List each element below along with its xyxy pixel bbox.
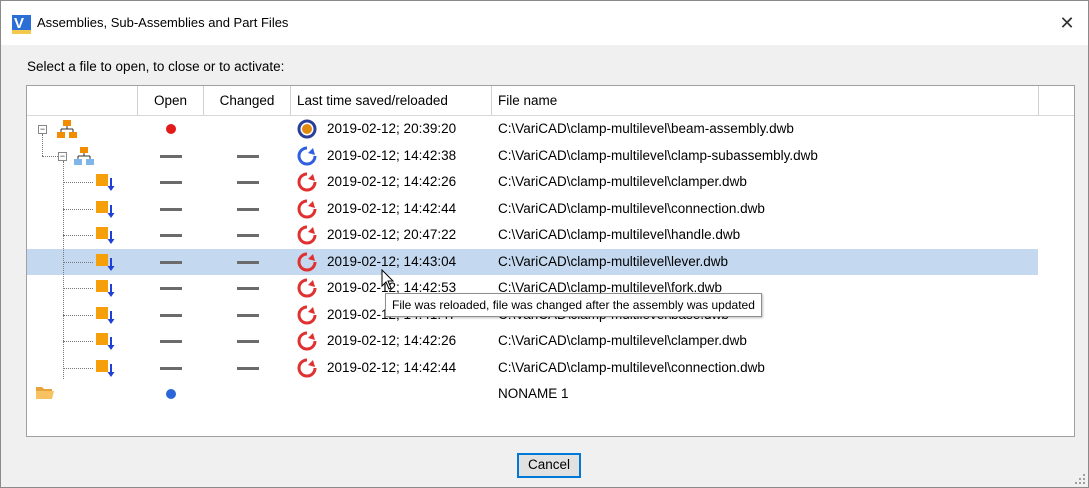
- list-row[interactable]: 2019-02-12; 14:42:44 C:\VariCAD\clamp-mul…: [27, 196, 1038, 222]
- part-icon: [95, 358, 117, 383]
- reload-status-icon: [297, 199, 317, 222]
- varicad-app-icon: V: [12, 15, 31, 34]
- changed-dash-indicator: [237, 154, 259, 158]
- collapse-toggle[interactable]: −: [58, 152, 67, 161]
- file-name-cell: C:\VariCAD\clamp-multilevel\beam-assembl…: [498, 121, 794, 136]
- file-name-cell: C:\VariCAD\clamp-multilevel\connection.d…: [498, 200, 765, 216]
- subassembly-icon: [74, 146, 94, 169]
- open-dash-indicator[interactable]: [160, 313, 182, 317]
- reload-status-icon: [297, 305, 317, 328]
- tree-line: [63, 208, 93, 210]
- tree-line: [63, 341, 93, 342]
- open-dash-indicator[interactable]: [160, 287, 182, 290]
- open-dash-indicator[interactable]: [160, 181, 182, 184]
- changed-dash-indicator: [237, 366, 259, 370]
- header-file-name[interactable]: File name: [492, 86, 1039, 115]
- reload-status-icon: [297, 146, 317, 169]
- part-icon: [95, 172, 117, 197]
- last-saved-cell: 2019-02-12; 14:42:26: [327, 333, 457, 348]
- tree-line: [42, 134, 43, 156]
- file-name-cell: C:\VariCAD\clamp-multilevel\clamper.dwb: [498, 174, 747, 189]
- tree-line: [63, 314, 93, 316]
- file-name-cell: C:\VariCAD\clamp-multilevel\connection.d…: [498, 359, 765, 375]
- file-name-cell: C:\VariCAD\clamp-multilevel\handle.dwb: [498, 227, 741, 242]
- header-tree[interactable]: [27, 86, 138, 115]
- reload-status-icon: [297, 225, 317, 248]
- header-open[interactable]: Open: [138, 86, 204, 115]
- changed-dash-indicator: [237, 340, 259, 343]
- open-dash-indicator[interactable]: [160, 366, 182, 370]
- list-row[interactable]: 2019-02-12; 20:47:22 C:\VariCAD\clamp-mul…: [27, 222, 1038, 248]
- tree-line: [63, 235, 93, 236]
- open-indicator[interactable]: [166, 389, 176, 399]
- header-last-saved[interactable]: Last time saved/reloaded: [291, 86, 492, 115]
- tree-line: [63, 182, 93, 183]
- changed-dash-indicator: [237, 313, 259, 317]
- last-saved-cell: 2019-02-12; 20:39:20: [327, 121, 457, 136]
- list-row[interactable]: 2019-02-12; 14:42:44 C:\VariCAD\clamp-mul…: [27, 355, 1038, 381]
- file-list[interactable]: Open Changed Last time saved/reloaded Fi…: [26, 85, 1075, 437]
- folder-icon: [35, 384, 55, 405]
- file-name-cell: C:\VariCAD\clamp-multilevel\clamp-subass…: [498, 147, 818, 163]
- open-active-indicator[interactable]: [166, 124, 176, 134]
- reload-status-icon: [297, 331, 317, 354]
- saved-status-icon: [297, 119, 317, 142]
- reload-status-icon: [297, 172, 317, 195]
- last-saved-cell: 2019-02-12; 20:47:22: [327, 227, 457, 242]
- cancel-button[interactable]: Cancel: [517, 453, 581, 478]
- reload-status-icon: [297, 278, 317, 301]
- reload-status-icon: [297, 358, 317, 381]
- part-icon: [95, 225, 117, 250]
- open-dash-indicator[interactable]: [160, 260, 182, 264]
- changed-dash-indicator: [237, 287, 259, 290]
- part-icon: [95, 278, 117, 303]
- tree-line: [63, 288, 93, 289]
- file-name-cell: C:\VariCAD\clamp-multilevel\lever.dwb: [498, 253, 729, 269]
- changed-dash-indicator: [237, 260, 259, 264]
- collapse-toggle[interactable]: −: [38, 125, 47, 134]
- instruction-text: Select a file to open, to close or to ac…: [27, 59, 285, 74]
- file-name-cell: NONAME 1: [498, 386, 569, 401]
- file-name-cell: C:\VariCAD\clamp-multilevel\clamper.dwb: [498, 333, 747, 348]
- tree-line: [63, 261, 93, 263]
- last-saved-cell: 2019-02-12; 14:42:38: [327, 147, 457, 163]
- last-saved-cell: 2019-02-12; 14:42:26: [327, 174, 457, 189]
- open-dash-indicator[interactable]: [160, 154, 182, 158]
- open-dash-indicator[interactable]: [160, 207, 182, 211]
- changed-dash-indicator: [237, 207, 259, 211]
- part-icon: [95, 199, 117, 224]
- list-row[interactable]: 2019-02-12; 14:42:26 C:\VariCAD\clamp-mul…: [27, 328, 1038, 354]
- part-icon: [95, 305, 117, 330]
- last-saved-cell: 2019-02-12; 14:42:44: [327, 359, 457, 375]
- dialog-window: V Assemblies, Sub-Assemblies and Part Fi…: [0, 0, 1089, 488]
- tree-line: [63, 161, 64, 379]
- changed-dash-indicator: [237, 181, 259, 184]
- assembly-icon: [57, 119, 77, 142]
- resize-grip-icon[interactable]: [1074, 473, 1086, 485]
- part-icon: [95, 331, 117, 356]
- tree-line: [63, 367, 93, 369]
- header-changed[interactable]: Changed: [204, 86, 291, 115]
- list-header: Open Changed Last time saved/reloaded Fi…: [27, 86, 1074, 116]
- changed-dash-indicator: [237, 234, 259, 237]
- list-row[interactable]: NONAME 1: [27, 381, 1038, 407]
- close-button[interactable]: ✕: [1052, 9, 1082, 37]
- mouse-cursor-icon: [381, 269, 395, 290]
- reload-status-icon: [297, 252, 317, 275]
- open-dash-indicator[interactable]: [160, 234, 182, 237]
- tree-line: [42, 156, 58, 157]
- window-title: Assemblies, Sub-Assemblies and Part File…: [37, 15, 289, 30]
- last-saved-cell: 2019-02-12; 14:42:44: [327, 200, 457, 216]
- list-row[interactable]: 2019-02-12; 14:42:38 C:\VariCAD\clamp-mul…: [27, 143, 1038, 169]
- tooltip: File was reloaded, file was changed afte…: [385, 293, 762, 317]
- list-row[interactable]: 2019-02-12; 14:42:26 C:\VariCAD\clamp-mul…: [27, 169, 1038, 195]
- title-bar: V Assemblies, Sub-Assemblies and Part Fi…: [1, 1, 1088, 45]
- open-dash-indicator[interactable]: [160, 340, 182, 343]
- list-row[interactable]: 2019-02-12; 20:39:20 C:\VariCAD\clamp-mul…: [27, 116, 1038, 142]
- part-icon: [95, 252, 117, 277]
- list-row[interactable]: 2019-02-12; 14:43:04 C:\VariCAD\clamp-mul…: [27, 248, 1038, 277]
